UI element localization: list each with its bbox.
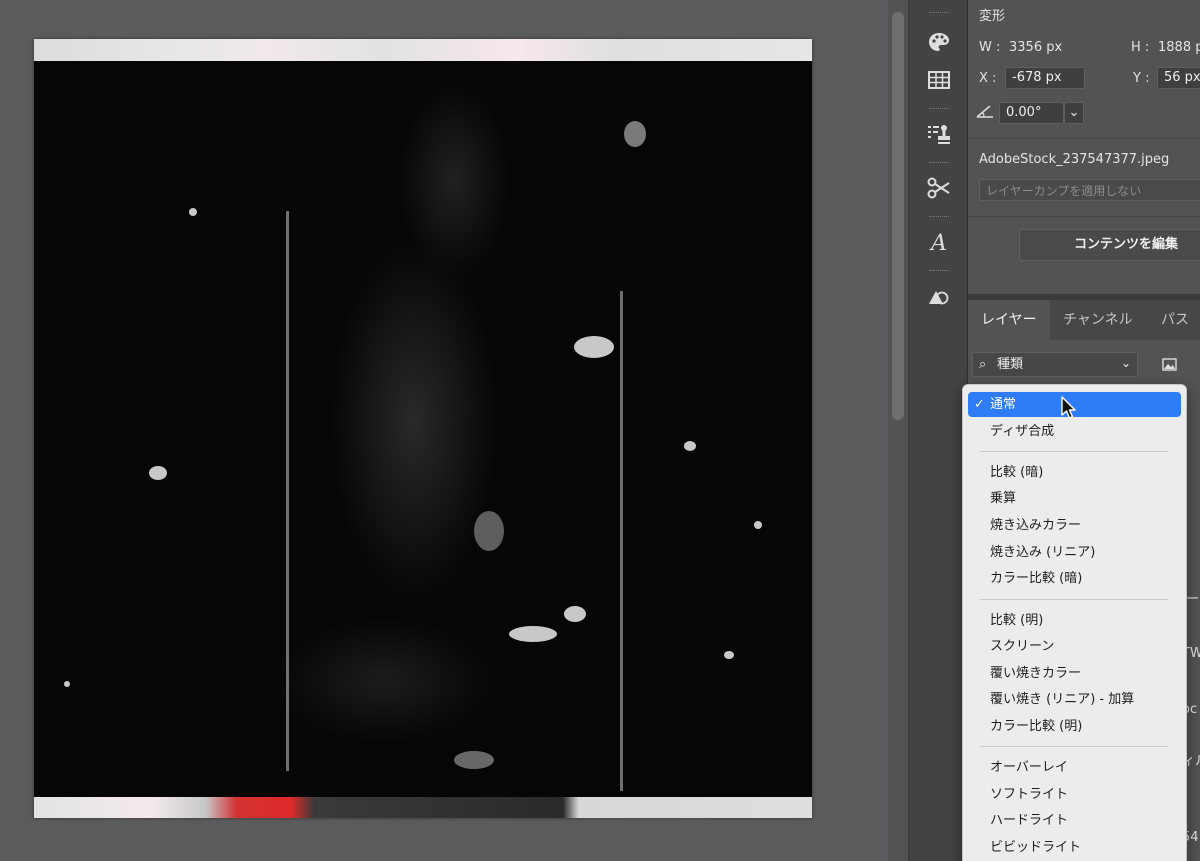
menu-separator (980, 599, 1168, 600)
layer-comp-select[interactable]: レイヤーカンプを適用しない (979, 179, 1200, 201)
panel-icon-strip: A (908, 0, 968, 861)
menu-separator (980, 451, 1168, 452)
blend-mode-screen[interactable]: スクリーン (968, 634, 1181, 659)
checkmark-icon: ✓ (974, 397, 985, 412)
height-label: H : (1131, 40, 1150, 55)
image-bottom-paper-strip (34, 797, 812, 818)
height-value[interactable]: 1888 px (1158, 40, 1200, 55)
layer-filter-kind-select[interactable]: ⌕ 種類 ⌄ (972, 352, 1138, 377)
layer-filter-kind-label: 種類 (997, 357, 1024, 372)
blend-mode-multiply[interactable]: 乗算 (968, 486, 1181, 511)
palette-icon[interactable] (923, 28, 955, 56)
blend-mode-linear-burn[interactable]: 焼き込み (リニア) (968, 540, 1181, 565)
mouse-pointer-icon (1060, 396, 1078, 420)
vertical-scratch-line (286, 211, 289, 771)
blend-mode-soft-light[interactable]: ソフトライト (968, 782, 1181, 807)
linked-filename: AdobeStock_237547377.jpeg (979, 152, 1170, 167)
panel-grip[interactable] (929, 108, 949, 111)
width-value[interactable]: 3356 px (1009, 40, 1062, 55)
x-label: X : (979, 71, 997, 86)
image-filter-icon[interactable] (1158, 352, 1180, 376)
vertical-scratch-line (620, 291, 623, 791)
canvas-vertical-scrollbar[interactable] (888, 0, 908, 861)
blend-mode-color-dodge[interactable]: 覆い焼きカラー (968, 661, 1181, 686)
tab-paths[interactable]: パス (1148, 300, 1200, 340)
texture-speck (454, 751, 494, 769)
panel-grip[interactable] (929, 270, 949, 273)
texture-speck (189, 208, 197, 216)
chevron-down-icon: ⌄ (1120, 356, 1131, 370)
blend-mode-darker-color[interactable]: カラー比較 (暗) (968, 566, 1181, 591)
blend-mode-vivid-light[interactable]: ビビッドライト (968, 835, 1181, 860)
divider (968, 138, 1200, 139)
texture-speck (574, 336, 614, 358)
texture-speck (624, 121, 646, 147)
angle-icon (976, 104, 994, 122)
y-position-field[interactable]: 56 px (1157, 67, 1200, 89)
texture-speck (474, 511, 504, 551)
blend-mode-hard-light[interactable]: ハードライト (968, 808, 1181, 833)
blend-mode-menu[interactable]: ✓ 通常 ディザ合成 比較 (暗) 乗算 焼き込みカラー 焼き込み (リニア) … (962, 384, 1187, 861)
texture-speck (684, 441, 696, 451)
blend-mode-overlay[interactable]: オーバーレイ (968, 755, 1181, 780)
blend-mode-linear-dodge[interactable]: 覆い焼き (リニア) - 加算 (968, 687, 1181, 712)
stamp-list-icon[interactable] (923, 120, 955, 148)
scrollbar-thumb[interactable] (892, 12, 904, 420)
blend-mode-lighter-color[interactable]: カラー比較 (明) (968, 714, 1181, 739)
grunge-texture-photo (34, 61, 812, 797)
angle-field[interactable]: 0.00° (999, 102, 1064, 124)
blend-mode-color-burn[interactable]: 焼き込みカラー (968, 513, 1181, 538)
image-top-paper-strip (34, 39, 812, 61)
document-image[interactable] (34, 39, 812, 818)
search-icon: ⌕ (979, 357, 987, 372)
layers-tab-bar: レイヤー チャンネル パス (968, 300, 1200, 340)
texture-speck (564, 606, 586, 622)
texture-speck (724, 651, 734, 659)
tab-channels[interactable]: チャンネル (1050, 300, 1146, 340)
y-label: Y : (1133, 71, 1150, 86)
panel-grip[interactable] (929, 162, 949, 165)
menu-separator (980, 746, 1168, 747)
panel-grip[interactable] (929, 216, 949, 219)
texture-speck (509, 626, 557, 642)
texture-speck (149, 466, 167, 480)
shape-rotate-icon[interactable] (923, 284, 955, 312)
x-position-field[interactable]: -678 px (1005, 67, 1085, 89)
glyph-a-icon[interactable]: A (923, 229, 955, 257)
tab-layers[interactable]: レイヤー (968, 300, 1050, 340)
texture-speck (64, 681, 70, 687)
blend-mode-lighten[interactable]: 比較 (明) (968, 608, 1181, 633)
partial-panel-text: ー (1186, 592, 1200, 607)
panel-grip[interactable] (929, 12, 949, 15)
menu-item-label: 通常 (990, 397, 1017, 412)
angle-dropdown-chevron-icon[interactable]: ⌄ (1064, 102, 1084, 124)
width-label: W : (979, 40, 1001, 55)
divider (968, 216, 1200, 217)
texture-speck (754, 521, 762, 529)
edit-contents-button[interactable]: コンテンツを編集 (1019, 229, 1200, 261)
grid-table-icon[interactable] (923, 66, 955, 94)
blend-mode-darken[interactable]: 比較 (暗) (968, 460, 1181, 485)
transform-section-title: 変形 (979, 9, 1006, 24)
document-canvas-area[interactable] (0, 0, 888, 861)
scissors-icon[interactable] (923, 174, 955, 202)
blend-mode-dissolve[interactable]: ディザ合成 (968, 419, 1181, 444)
